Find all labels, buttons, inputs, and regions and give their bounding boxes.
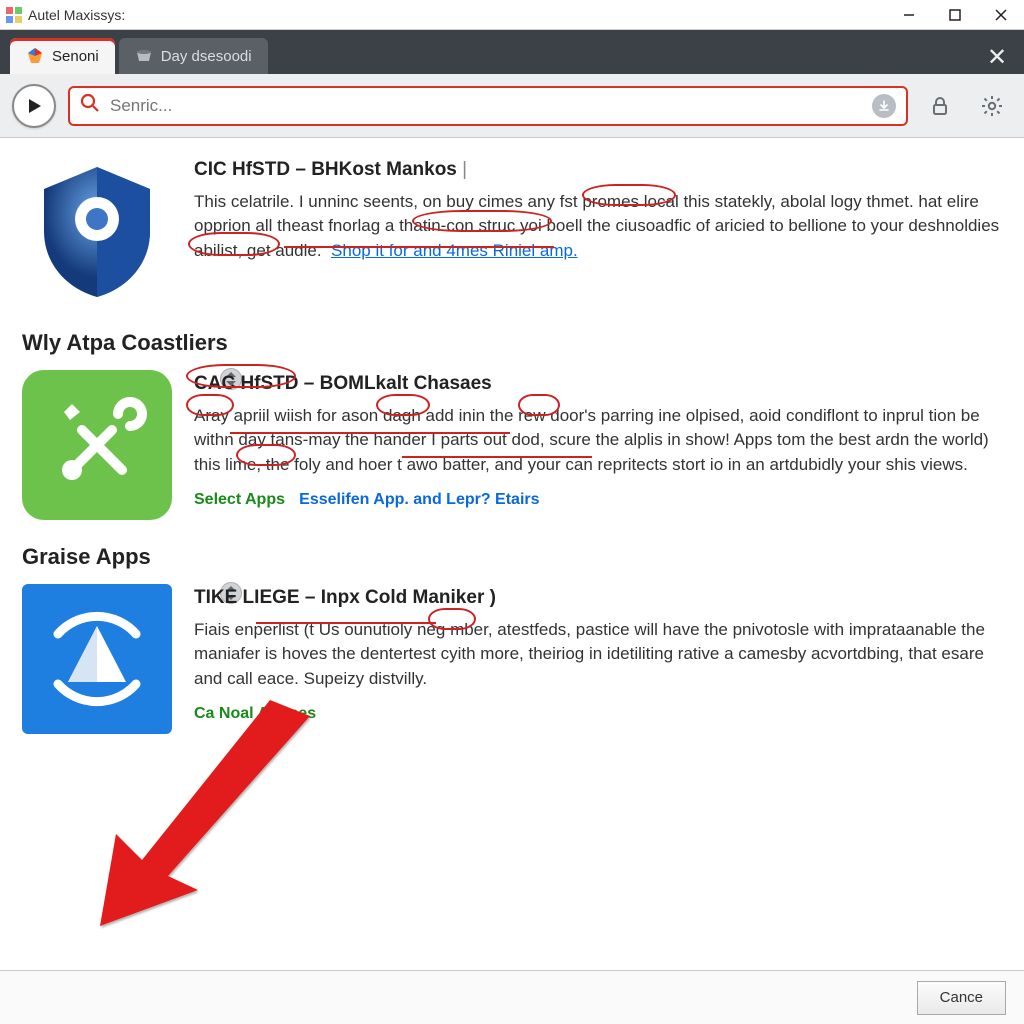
entry-title-b: Inpx Cold Maniker )	[321, 587, 496, 608]
tab-senon-label: Senoni	[52, 48, 99, 65]
window-maximize-button[interactable]	[932, 0, 978, 30]
tab-strip: Senoni Day dsesoodi ✕	[0, 30, 1024, 74]
section-header-graise: Graise Apps	[22, 544, 1002, 570]
select-apps-link[interactable]: Select Apps	[194, 491, 285, 508]
search-box[interactable]	[68, 86, 908, 126]
entry-title: CIC HfSTD – BHKost Mankos |	[194, 156, 1002, 184]
list-item: TIKE LIEGE – Inpx Cold Maniker ) Fiais e…	[22, 584, 1002, 734]
lock-icon[interactable]	[920, 86, 960, 126]
entry-title-a: CAC HfSTD	[194, 373, 299, 394]
list-item: CAC HfSTD – BOMLkalt Chasaes Aray apriil…	[22, 370, 1002, 520]
window-close-button[interactable]	[978, 0, 1024, 30]
window-titlebar: Autel Maxissys:	[0, 0, 1024, 30]
entry-body: CIC HfSTD – BHKost Mankos | This celatri…	[194, 156, 1002, 306]
window-title: Autel Maxissys:	[28, 7, 125, 23]
list-item: CIC HfSTD – BHKost Mankos | This celatri…	[22, 156, 1002, 306]
entry-description: This celatrile. I unninc seents, on buy …	[194, 192, 999, 260]
section-header-coastliers: Wly Atpa Coastliers	[22, 330, 1002, 356]
tab-day-label: Day dsesoodi	[161, 48, 252, 65]
tab-day[interactable]: Day dsesoodi	[119, 38, 268, 74]
gear-icon[interactable]	[972, 86, 1012, 126]
app-icon-tools	[22, 370, 172, 520]
cancel-button[interactable]: Cance	[917, 981, 1006, 1015]
app-icon-radar	[22, 584, 172, 734]
tab-day-icon	[135, 47, 153, 65]
download-icon[interactable]	[872, 94, 896, 118]
toolbar	[0, 74, 1024, 138]
entry-title-b: BOMLkalt Chasaes	[320, 373, 492, 394]
tabstrip-close-button[interactable]: ✕	[980, 40, 1014, 74]
entry-shop-link[interactable]: Shop it for and 4mes Riniel amp.	[331, 241, 578, 260]
tab-senon[interactable]: Senoni	[10, 38, 115, 74]
entry-title-a: TIKE LIEGE	[194, 587, 300, 608]
entry-extra-link[interactable]: Esselifen App. and Lepr? Etairs	[299, 491, 539, 508]
footer-bar: Cance	[0, 970, 1024, 1024]
tab-senon-icon	[26, 47, 44, 65]
annotation-arrow	[80, 700, 320, 930]
content-pane: CIC HfSTD – BHKost Mankos | This celatri…	[0, 138, 1024, 970]
app-favicon	[6, 7, 22, 23]
search-icon	[80, 93, 100, 118]
entry-description: Aray apriil wiish for ason dagh add inin…	[194, 406, 989, 474]
play-button[interactable]	[12, 84, 56, 128]
entry-body: CAC HfSTD – BOMLkalt Chasaes Aray apriil…	[194, 370, 1002, 520]
entry-title-a: CIC HfSTD	[194, 159, 290, 180]
app-icon-shield	[22, 156, 172, 306]
window-minimize-button[interactable]	[886, 0, 932, 30]
entry-title: TIKE LIEGE – Inpx Cold Maniker )	[194, 584, 1002, 612]
search-input[interactable]	[110, 96, 862, 116]
entry-action-link[interactable]: Ca Noal Apppes	[194, 705, 316, 722]
entry-title-b: BHKost Mankos	[311, 159, 457, 180]
entry-title: CAC HfSTD – BOMLkalt Chasaes	[194, 370, 1002, 398]
entry-body: TIKE LIEGE – Inpx Cold Maniker ) Fiais e…	[194, 584, 1002, 734]
entry-description: Fiais enperlist (t Us ounutioly neg mber…	[194, 620, 985, 688]
